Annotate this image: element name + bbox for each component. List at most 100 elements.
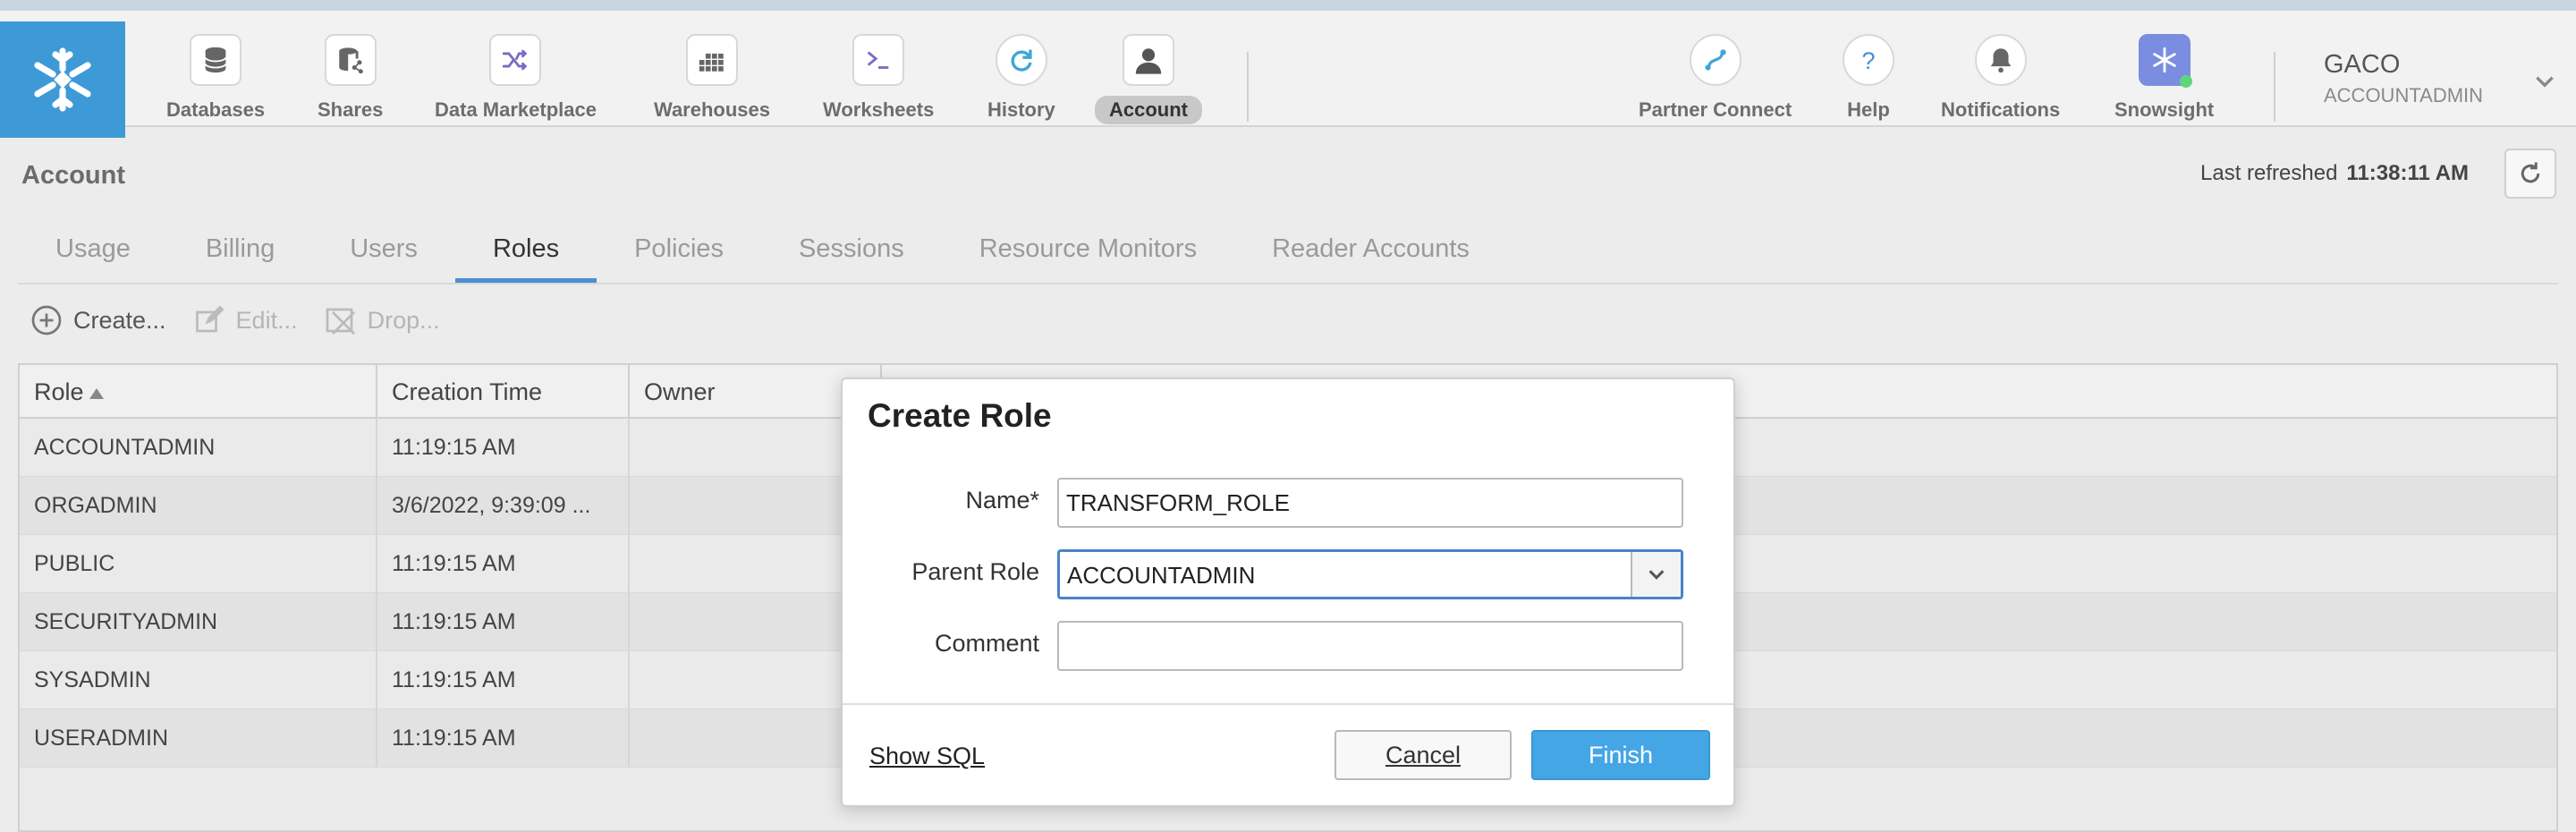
nav-label: Worksheets: [823, 98, 935, 121]
tab-sessions[interactable]: Sessions: [761, 220, 942, 283]
column-header-role[interactable]: Role: [20, 365, 377, 419]
user-name[interactable]: GACO: [2324, 50, 2400, 80]
nav-data-marketplace[interactable]: Data Marketplace: [435, 34, 597, 127]
create-label: Create...: [73, 306, 166, 334]
edit-icon: [195, 305, 225, 333]
cell-creation-time: 11:19:15 AM: [377, 419, 630, 476]
database-icon: [190, 34, 242, 86]
parent-role-dropdown-button[interactable]: [1631, 552, 1681, 597]
last-refreshed: Last refreshed 11:38:11 AM: [2200, 161, 2469, 186]
drop-button[interactable]: Drop...: [325, 304, 440, 336]
last-refreshed-label: Last refreshed: [2200, 161, 2338, 185]
online-status-dot: [2179, 75, 2192, 88]
parent-role-select[interactable]: ACCOUNTADMIN: [1057, 549, 1683, 599]
tab-billing[interactable]: Billing: [168, 220, 312, 283]
cancel-button[interactable]: Cancel: [1335, 730, 1512, 780]
nav-help[interactable]: ? Help: [1843, 34, 1894, 127]
nav-divider: [1247, 52, 1249, 122]
cell-role: ORGADMIN: [20, 477, 377, 534]
column-header-label: Role: [34, 378, 84, 405]
role-name-input[interactable]: [1057, 478, 1683, 528]
nav-shares[interactable]: Shares: [318, 34, 383, 127]
person-icon: [1123, 34, 1174, 86]
top-navigation-bar: Databases Shares Data Marketplace Wareho…: [0, 0, 2576, 138]
nav-label: Snowsight: [2114, 98, 2215, 121]
connect-icon: [1689, 34, 1741, 86]
nav-databases[interactable]: Databases: [166, 34, 265, 127]
warehouse-grid-icon: [686, 34, 738, 86]
dialog-divider: [843, 703, 1733, 705]
shares-icon: [324, 34, 377, 86]
edit-button[interactable]: Edit...: [193, 304, 298, 336]
cell-creation-time: 3/6/2022, 9:39:09 ...: [377, 477, 630, 534]
snowflake-logo-icon: [34, 47, 91, 112]
tab-policies[interactable]: Policies: [597, 220, 761, 283]
svg-text:?: ?: [1862, 47, 1876, 74]
drop-icon: [326, 308, 355, 335]
account-tabs: Usage Billing Users Roles Policies Sessi…: [18, 220, 1507, 283]
snowflake-logo[interactable]: [0, 21, 125, 138]
shuffle-icon: [489, 34, 542, 86]
cell-role: PUBLIC: [20, 535, 377, 592]
roles-toolbar: Create... Edit... Drop...: [30, 304, 467, 336]
required-marker: *: [1030, 487, 1039, 514]
name-label: Name*: [843, 487, 1039, 514]
nav-partner-connect[interactable]: Partner Connect: [1639, 34, 1792, 127]
tab-users[interactable]: Users: [312, 220, 455, 283]
refresh-button[interactable]: [2504, 149, 2556, 199]
nav-worksheets[interactable]: Worksheets: [823, 34, 934, 127]
nav-label: History: [987, 98, 1055, 121]
nav-label: Help: [1847, 98, 1890, 121]
chevron-down-icon: [1648, 570, 1665, 580]
cell-creation-time: 11:19:15 AM: [377, 651, 630, 709]
last-refreshed-time: 11:38:11 AM: [2346, 161, 2469, 185]
create-button[interactable]: Create...: [30, 304, 166, 336]
nav-warehouses[interactable]: Warehouses: [654, 34, 770, 127]
tab-usage[interactable]: Usage: [18, 220, 168, 283]
tab-reader-accounts[interactable]: Reader Accounts: [1234, 220, 1507, 283]
dialog-title: Create Role: [868, 397, 1052, 434]
cell-creation-time: 11:19:15 AM: [377, 709, 630, 767]
nav-label: Warehouses: [654, 98, 771, 121]
nav-divider: [2274, 52, 2275, 122]
comment-input[interactable]: [1057, 621, 1683, 671]
parent-role-label: Parent Role: [911, 558, 1039, 585]
edit-label: Edit...: [235, 306, 298, 334]
nav-account[interactable]: Account: [1095, 34, 1202, 127]
parent-role-value: ACCOUNTADMIN: [1067, 562, 1256, 589]
cell-creation-time: 11:19:15 AM: [377, 593, 630, 650]
help-icon: ?: [1843, 34, 1894, 86]
terminal-icon: [852, 34, 905, 86]
sort-ascending-icon: [89, 387, 104, 399]
history-icon: [995, 34, 1047, 86]
column-header-creation-time[interactable]: Creation Time: [377, 365, 630, 419]
create-role-dialog: Create Role Name* Parent Role ACCOUNTADM…: [841, 378, 1735, 807]
chevron-down-icon[interactable]: [2533, 70, 2556, 93]
nav-notifications[interactable]: Notifications: [1941, 34, 2060, 127]
name-label-text: Name: [965, 487, 1030, 514]
cell-creation-time: 11:19:15 AM: [377, 535, 630, 592]
nav-label: Account: [1095, 96, 1202, 124]
nav-label: Notifications: [1941, 98, 2061, 121]
user-role[interactable]: ACCOUNTADMIN: [2324, 84, 2483, 107]
refresh-icon: [2521, 162, 2540, 183]
tab-roles[interactable]: Roles: [454, 220, 597, 283]
drop-label: Drop...: [367, 306, 440, 334]
cell-role: SECURITYADMIN: [20, 593, 377, 650]
snowflake-icon: [2138, 34, 2192, 88]
cell-role: SYSADMIN: [20, 651, 377, 709]
bell-icon: [1974, 34, 2027, 86]
tabs-divider: [18, 283, 2558, 284]
nav-label: Data Marketplace: [435, 98, 597, 121]
nav-history[interactable]: History: [987, 34, 1055, 127]
tab-resource-monitors[interactable]: Resource Monitors: [942, 220, 1234, 283]
nav-label: Partner Connect: [1639, 98, 1792, 121]
cell-role: USERADMIN: [20, 709, 377, 767]
show-sql-link[interactable]: Show SQL: [869, 743, 985, 770]
cell-role: ACCOUNTADMIN: [20, 419, 377, 476]
nav-label: Databases: [166, 98, 266, 121]
nav-snowsight[interactable]: Snowsight: [2114, 34, 2214, 127]
finish-button[interactable]: Finish: [1531, 730, 1710, 780]
comment-label: Comment: [934, 630, 1039, 657]
page-title: Account: [21, 161, 125, 190]
